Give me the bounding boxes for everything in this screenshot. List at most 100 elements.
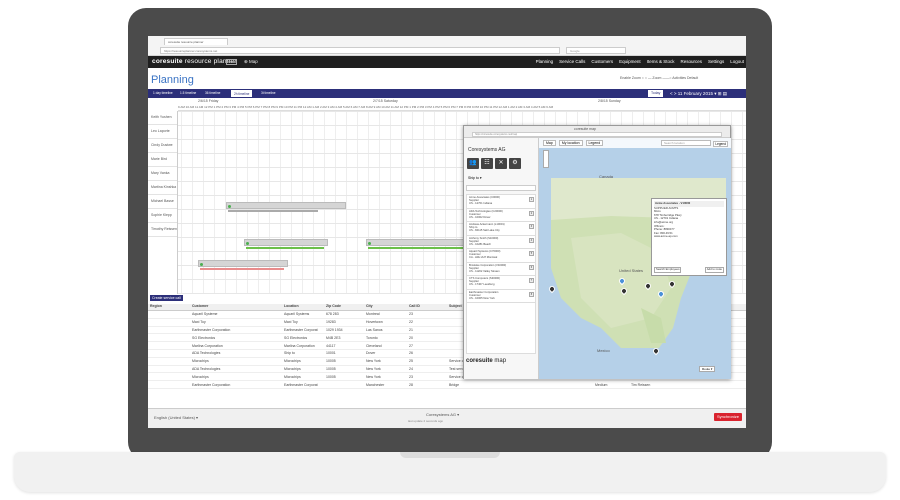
legend-button[interactable]: Legend	[713, 141, 728, 147]
tools-icon[interactable]: ✕	[495, 158, 507, 169]
nav-equipment[interactable]: Equipment	[619, 59, 641, 64]
list-item[interactable]: Aquaril Systems (C70000) Customer CA - H3H…	[467, 249, 535, 263]
map-side-panel: Coresystems AG 👥 ☷ ✕ ⚙ Ship to ▾ Acme As…	[464, 138, 539, 379]
nav-logout[interactable]: Logout	[730, 59, 744, 64]
col-city[interactable]: City	[364, 304, 407, 310]
list-item[interactable]: Anthony Smith (S10000) Supplier US - 10281…	[467, 236, 535, 249]
search-employees-button[interactable]: Search Employees	[654, 267, 682, 273]
nav-settings[interactable]: Settings	[708, 59, 724, 64]
create-service-call-link[interactable]: Create service call	[150, 295, 183, 301]
popup-title: coresuite map	[574, 127, 596, 131]
panel-search-input[interactable]	[466, 185, 536, 191]
resource-column: Keith Yushen Leo Laporte Cindy Dustwe Ma…	[148, 111, 178, 294]
info-line[interactable]: www.acme-ap.com	[654, 235, 724, 239]
ship-to-select[interactable]: Ship to ▾	[468, 176, 482, 180]
company-select[interactable]: Coresystems AG ▾	[426, 412, 459, 417]
map-link[interactable]: ⊕ Map	[244, 59, 258, 65]
item-number: 4	[529, 237, 534, 243]
resource-row[interactable]: Michael Basse	[148, 195, 177, 209]
resource-row[interactable]: Martina Kinshka	[148, 181, 177, 195]
people-icon[interactable]: 👥	[467, 158, 479, 169]
cell-city: Las Sanos	[366, 327, 383, 332]
col-location[interactable]: Location	[282, 304, 324, 310]
contacts-icon[interactable]: ☷	[481, 158, 493, 169]
nav-resources[interactable]: Resources	[680, 59, 702, 64]
cell-customer: Earthmaster Corporation	[192, 327, 231, 332]
col-zip[interactable]: Zip Code	[324, 304, 364, 310]
resource-row[interactable]: Mary Vanka	[148, 167, 177, 181]
browser-chrome: coresuite resource planner https://resou…	[148, 36, 746, 56]
table-row[interactable]: Earthmaster Corporation Earthmaster Corpo…	[148, 381, 746, 389]
view-1-5[interactable]: 1.5 timeline	[178, 90, 198, 97]
list-item[interactable]: ADA Technologies (C20000) Customer US - 10…	[467, 209, 535, 222]
view-1-day[interactable]: 1 day timeline	[151, 90, 175, 97]
map-pin[interactable]	[651, 346, 661, 356]
map-zoom-control[interactable]	[543, 150, 549, 168]
col-region[interactable]: Region	[148, 304, 190, 310]
list-item[interactable]: CTS Computers (S30000) Supplier US - 17407…	[467, 276, 535, 290]
cell-city: Dover	[366, 351, 376, 356]
map-search-input[interactable]: Search location	[661, 140, 711, 146]
cell-callid: 26	[409, 351, 413, 356]
cell-callid: 22	[409, 320, 413, 325]
cell-location: Maxi Toy	[284, 320, 298, 325]
nav-customers[interactable]: Customers	[591, 59, 613, 64]
list-item[interactable]: Earthmaster Corporation Customer US - 1000…	[467, 290, 535, 303]
activity-underline	[200, 268, 284, 270]
route-select[interactable]: Route ▾	[699, 366, 716, 372]
col-callid[interactable]: Call ID	[407, 304, 447, 310]
resource-row[interactable]: Timothy Reissen	[148, 223, 177, 237]
browser-search-field[interactable]: Google	[566, 47, 626, 54]
list-item[interactable]: Brooklee Corporation (V40000) Supplier US …	[467, 263, 535, 276]
address-bar[interactable]: https://resourceplanner.coresystems.net	[160, 47, 560, 54]
settings-icon[interactable]: ⚙	[509, 158, 521, 169]
resource-row[interactable]: Keith Yushen	[148, 111, 177, 125]
resource-row[interactable]: Leo Laporte	[148, 125, 177, 139]
nav-service-calls[interactable]: Service Calls	[559, 59, 585, 64]
cell-customer: SG Electronics	[192, 335, 216, 340]
view-36[interactable]: 36 timeline	[203, 90, 222, 97]
item-address: US - 84115 Salt Lake City	[469, 229, 500, 233]
cell-zip: 19283	[326, 320, 336, 325]
activity-bar[interactable]	[244, 239, 328, 246]
my-location-button[interactable]: My location	[558, 140, 583, 146]
activity-status-dot	[200, 262, 203, 266]
date-range[interactable]: < > 11 February 2015 ▾ ⊞ ▤	[670, 90, 727, 97]
view-3t[interactable]: 3t timeline	[259, 90, 278, 97]
item-address: US - 17407 Leesburg	[469, 283, 495, 287]
view-2h[interactable]: 2h timeline	[231, 90, 253, 97]
panel-icon-bar: 👥 ☷ ✕ ⚙	[467, 158, 521, 169]
cell-city: Manchester	[366, 382, 385, 387]
cell-zip: 10001	[326, 351, 336, 356]
synchronize-button[interactable]: Synchronize	[713, 413, 742, 421]
language-select[interactable]: English (United States) ▾	[154, 415, 198, 420]
cell-customer: Microchips	[192, 359, 209, 364]
map-canvas[interactable]: Map My location Legend Search location L…	[539, 138, 731, 379]
nav-planning[interactable]: Planning	[536, 59, 554, 64]
app-logo[interactable]: coresuite resource planner	[152, 58, 237, 65]
nav-items-stock[interactable]: Items & Stock	[647, 59, 675, 64]
list-item[interactable]: Andreas Ackermann (L10001) Ship to US - 84…	[467, 222, 535, 236]
zoom-controls[interactable]: Enable Zoom ○ ○ — Zoom ——○ Activities De…	[620, 76, 698, 80]
cell-location: Earthmaster Corporat	[284, 382, 318, 387]
legend-select[interactable]: Legend	[585, 140, 604, 146]
item-number: 1	[529, 197, 534, 202]
activity-bar[interactable]	[366, 239, 472, 246]
add-to-route-button[interactable]: Add to route	[704, 267, 724, 273]
list-item[interactable]: Acme Associates (C0000) Supplier US - 1270…	[467, 195, 535, 209]
resource-row[interactable]: Sophie Klepp	[148, 209, 177, 223]
today-button[interactable]: Today	[648, 90, 664, 97]
mexico-label: Mexico	[597, 348, 610, 353]
activity-bar[interactable]	[198, 260, 288, 267]
cell-location: Microchips	[284, 374, 301, 379]
browser-tab[interactable]: coresuite resource planner	[164, 38, 228, 45]
resource-row[interactable]: Cindy Dustwe	[148, 139, 177, 153]
map-type-select[interactable]: Map	[543, 140, 556, 146]
popup-address-bar[interactable]: https://coresuite.coresystems.net/map	[472, 132, 722, 137]
col-customer[interactable]: Customer	[190, 304, 282, 310]
resource-row[interactable]: Marie Bird	[148, 153, 177, 167]
cell-callid: 28	[409, 382, 413, 387]
cell-callid: 24	[409, 366, 413, 371]
item-address: CA - H3H 2H7 Montreal	[469, 256, 498, 260]
activity-bar[interactable]	[226, 202, 346, 209]
